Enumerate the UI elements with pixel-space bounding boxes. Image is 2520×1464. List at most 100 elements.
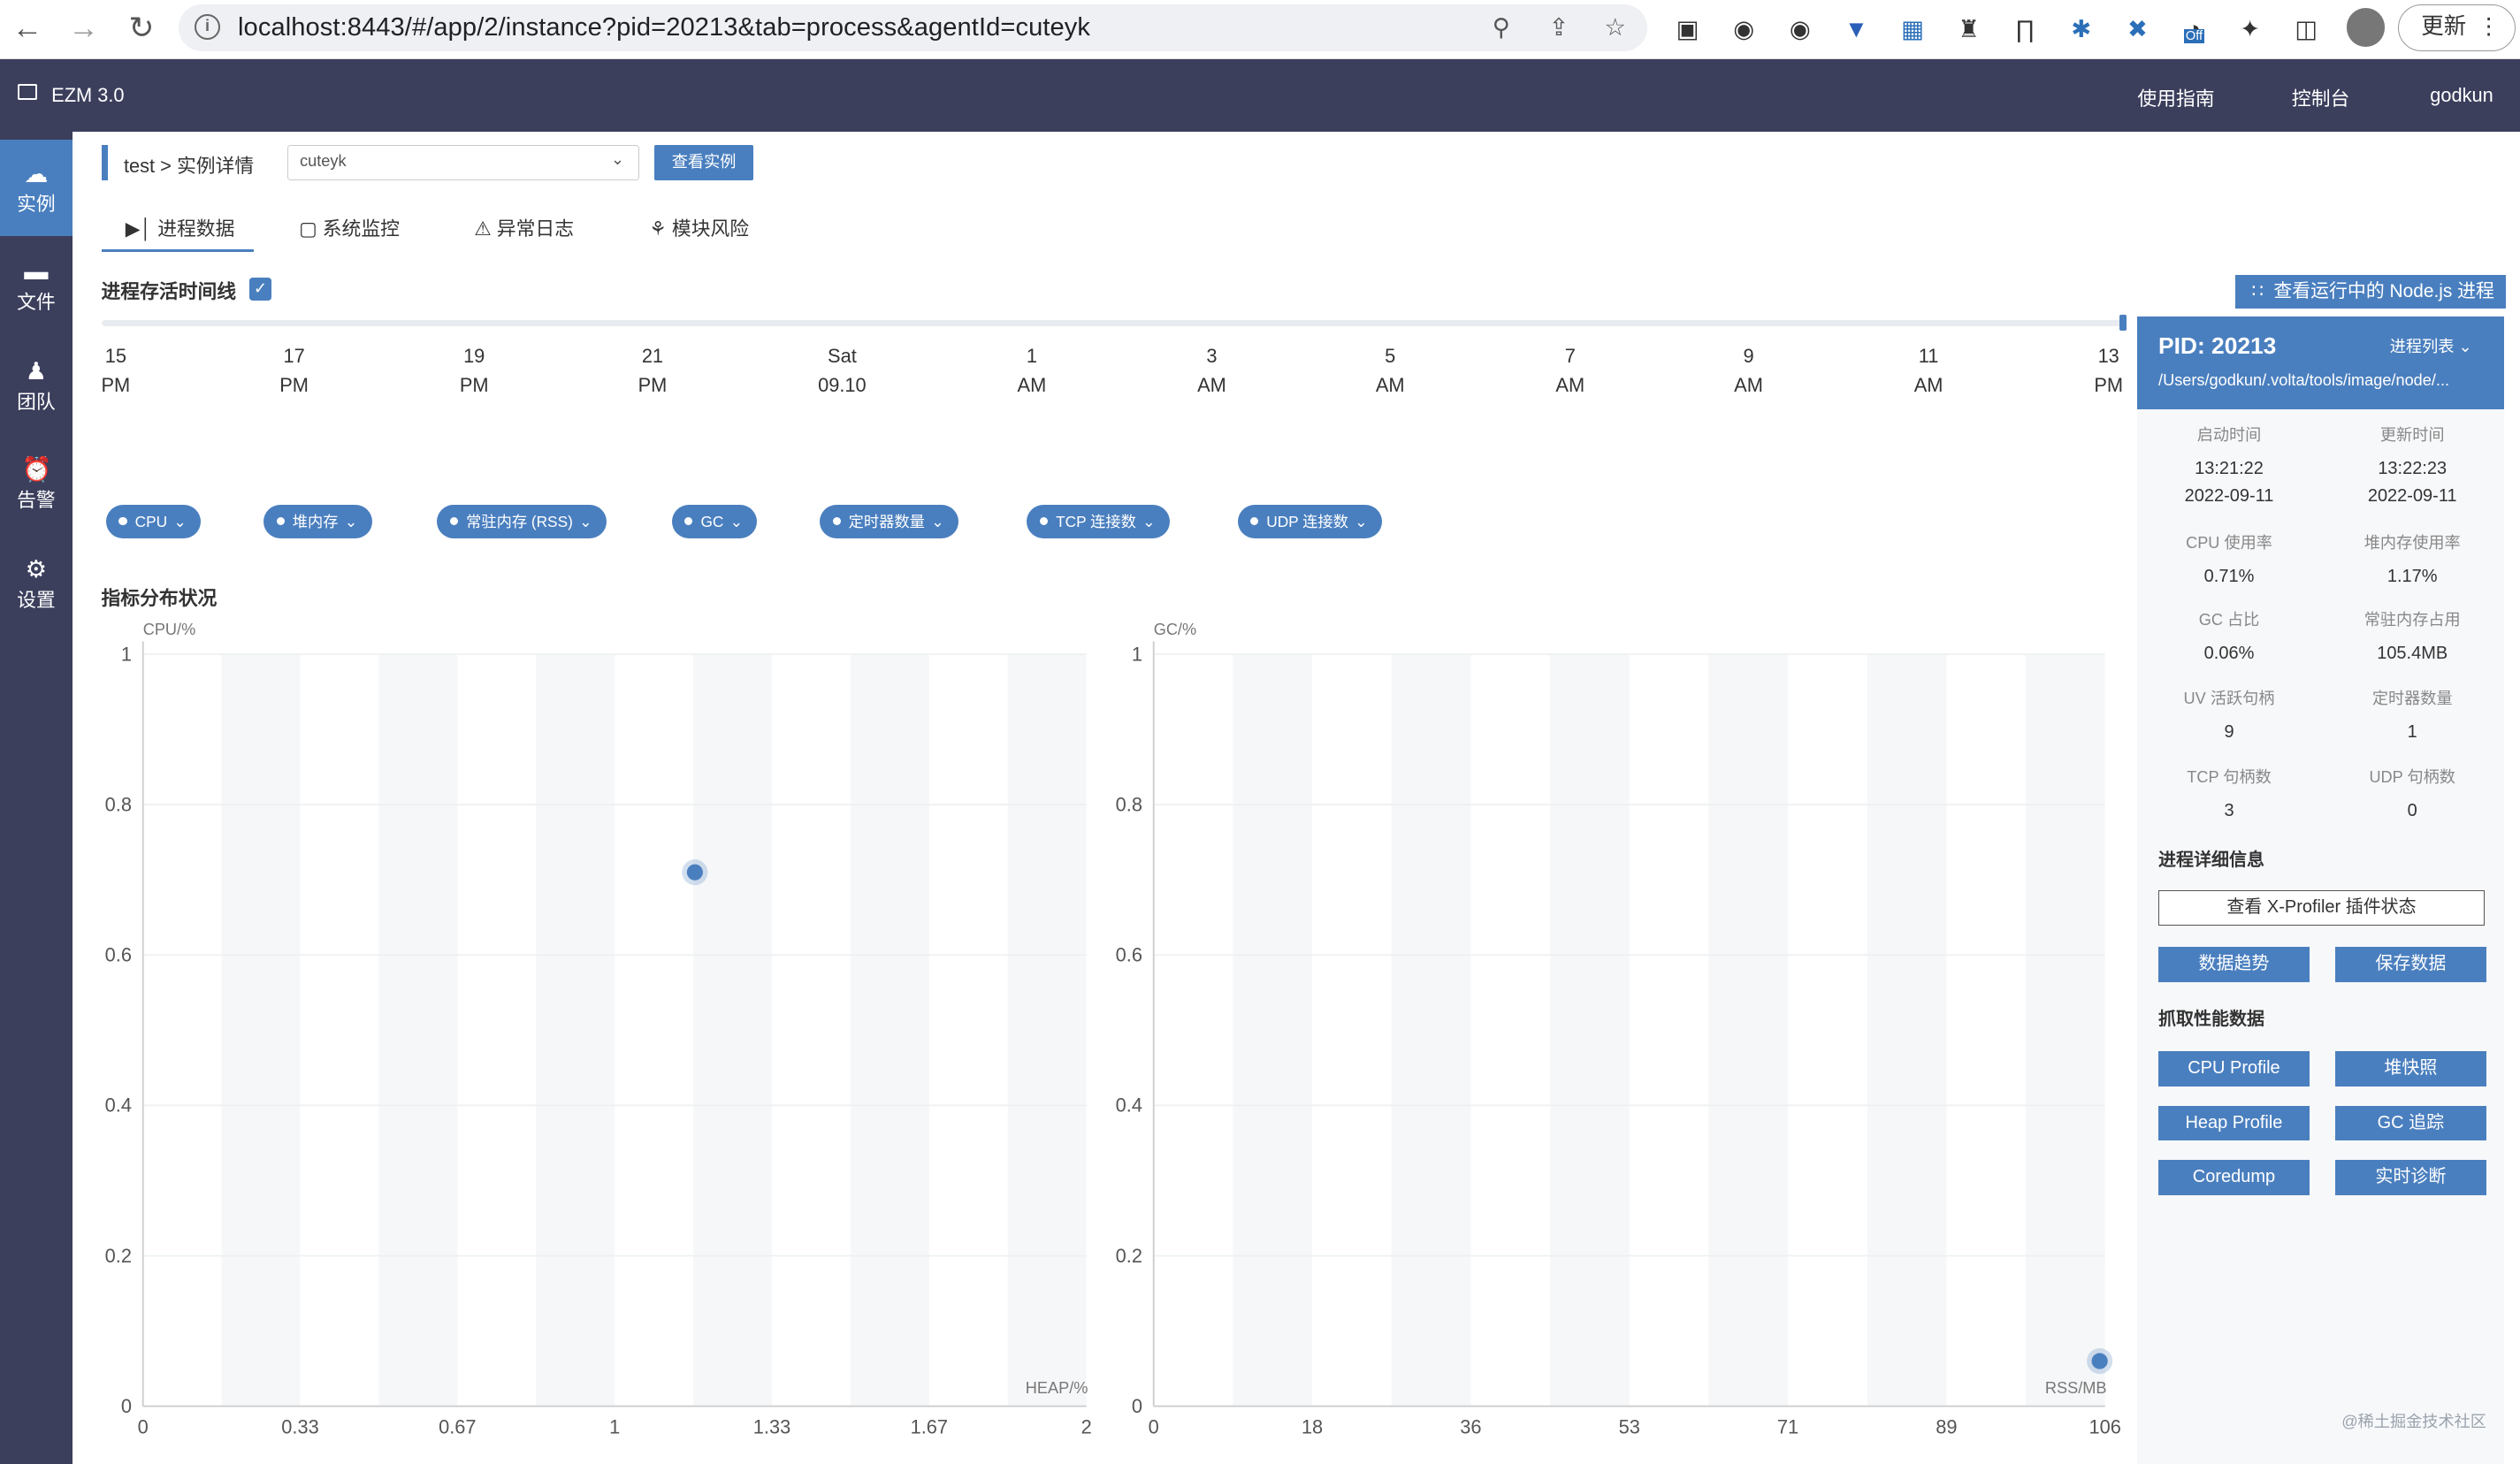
timeline-tick-bottom: AM <box>1734 373 1763 396</box>
metric-pill[interactable]: CPU ⌄ <box>105 504 202 538</box>
breadcrumb: test > 实例详情 <box>124 151 254 179</box>
extension-s-icon[interactable]: ▦ <box>1897 13 1928 45</box>
share-icon[interactable]: ⇪ <box>1545 13 1574 42</box>
stat-item: 更新时间 13:22:23 2022-09-11 <box>2321 423 2504 510</box>
metric-pill-label: 常驻内存 (RSS) <box>466 512 573 530</box>
stat-value-line: 1.17% <box>2386 566 2438 586</box>
process-path: /Users/godkun/.volta/tools/image/node/..… <box>2158 370 2450 389</box>
url-text[interactable]: localhost:8443/#/app/2/instance?pid=2021… <box>238 13 1090 42</box>
view-node-process-button[interactable]: ∷ 查看运行中的 Node.js 进程 <box>2235 274 2506 309</box>
y-axis-title: GC/% <box>1154 621 1196 638</box>
extensions-puzzle-icon[interactable]: ✦ <box>2234 13 2265 45</box>
sidebar-item-alarm[interactable]: ⏰ 告警 <box>0 436 73 532</box>
grid-stripe <box>850 653 929 1407</box>
timeline-tick-top: 5 <box>1385 345 1396 368</box>
chevron-down-icon: ⌄ <box>2458 338 2472 356</box>
perf-button[interactable]: Heap Profile <box>2158 1105 2310 1141</box>
sidebar-item-files[interactable]: ▬ 文件 <box>0 238 73 334</box>
forward-icon[interactable]: → <box>65 10 103 49</box>
stat-value-line: 13:21:22 <box>2195 458 2264 478</box>
stat-value-line: 0.06% <box>2203 643 2255 663</box>
side-panel-icon[interactable]: ◫ <box>2290 13 2322 45</box>
metric-pill[interactable]: 堆内存 ⌄ <box>263 504 372 538</box>
sidebar-item-settings[interactable]: ⚙ 设置 <box>0 535 73 631</box>
metric-pill-label: 定时器数量 <box>848 512 925 530</box>
xprofiler-status-button[interactable]: 查看 X-Profiler 插件状态 <box>2158 889 2485 926</box>
address-bar[interactable]: i localhost:8443/#/app/2/instance?pid=20… <box>178 4 1648 52</box>
update-button[interactable]: 更新 ⋮ <box>2397 4 2516 52</box>
timeline-handle[interactable] <box>2119 315 2127 332</box>
gear-icon: ⚙ <box>25 554 48 583</box>
timeline-title: 进程存活时间线 <box>101 279 237 302</box>
timeline-tick: 5 AM <box>1350 342 1431 400</box>
zoom-icon[interactable]: ⚲ <box>1486 13 1516 42</box>
extension-off-icon[interactable]: ◕Off <box>2178 13 2210 45</box>
breadcrumb-accent <box>101 144 108 180</box>
x-tick-label: 18 <box>1302 1415 1323 1437</box>
dot-icon <box>276 516 285 525</box>
tab-process[interactable]: ▶│ 进程数据 <box>101 214 255 253</box>
distribution-title: 指标分布状况 <box>101 586 218 609</box>
sidebar-item-label: 设置 <box>17 588 56 611</box>
perf-button[interactable]: CPU Profile <box>2158 1050 2310 1087</box>
save-data-button[interactable]: 保存数据 <box>2334 946 2486 982</box>
y-tick-label: 1 <box>121 643 132 665</box>
metric-pill[interactable]: TCP 连接数 ⌄ <box>1027 504 1170 538</box>
view-instance-button[interactable]: 查看实例 <box>653 144 754 180</box>
back-icon[interactable]: ← <box>8 10 47 49</box>
timeline-tick-top: 17 <box>283 345 305 368</box>
stat-value-line2: 2022-09-11 <box>2184 485 2274 506</box>
extension-x-icon[interactable]: ✖ <box>2121 13 2153 45</box>
x-tick-label: 106 <box>2089 1415 2121 1437</box>
stat-value-line: 105.4MB <box>2377 643 2448 663</box>
extension-pi-icon[interactable]: ∏ <box>2009 13 2041 45</box>
y-tick-label: 0.6 <box>105 943 132 965</box>
timeline-track[interactable] <box>101 319 2127 326</box>
metric-pill[interactable]: GC ⌄ <box>671 504 758 538</box>
nav-console[interactable]: 控制台 <box>2292 84 2349 111</box>
extension-snowflake-icon[interactable]: ✱ <box>2066 13 2097 45</box>
site-info-icon[interactable]: i <box>194 14 220 41</box>
x-tick-label: 0 <box>1149 1415 1159 1437</box>
app-title: EZM 3.0 <box>51 83 125 106</box>
monitor-icon <box>17 83 37 100</box>
grid-stripe <box>378 653 458 1407</box>
extension-vue-icon[interactable]: ▼ <box>1840 13 1872 45</box>
timeline-tick-top: 15 <box>104 345 126 368</box>
timeline-tick: 15 PM <box>75 342 156 400</box>
sidebar-item-team[interactable]: ♟ 团队 <box>0 338 73 434</box>
metric-pill-label: CPU <box>134 512 168 530</box>
metric-pill[interactable]: UDP 连接数 ⌄ <box>1237 504 1382 538</box>
extension-square-icon[interactable]: ▣ <box>1671 13 1703 45</box>
tab-errors[interactable]: ⚠ 异常日志 <box>474 214 574 253</box>
metric-pill[interactable]: 常驻内存 (RSS) ⌄ <box>437 504 607 538</box>
tab-modules[interactable]: ⚘ 模块风险 <box>649 214 749 253</box>
nav-guide[interactable]: 使用指南 <box>2137 84 2214 111</box>
perf-button[interactable]: Coredump <box>2158 1160 2310 1196</box>
cloud-icon: ☁ <box>24 159 49 187</box>
process-list-dropdown[interactable]: 进程列表 ⌄ <box>2390 334 2472 357</box>
data-trend-button[interactable]: 数据趋势 <box>2158 946 2310 982</box>
nav-user[interactable]: godkun <box>2430 84 2493 107</box>
timeline-tick-top: Sat <box>828 345 857 368</box>
perf-button[interactable]: GC 追踪 <box>2334 1105 2486 1141</box>
tab-system[interactable]: ▢ 系统监控 <box>299 214 400 253</box>
extension-shield-icon[interactable]: ♜ <box>1952 13 1984 45</box>
extension-globe-icon[interactable]: ◉ <box>1784 13 1816 45</box>
reload-icon[interactable]: ↻ <box>122 10 161 49</box>
breadcrumb-app[interactable]: test <box>124 155 155 177</box>
bookmark-star-icon[interactable]: ☆ <box>1600 13 1630 42</box>
extension-glasses-icon[interactable]: ◉ <box>1728 13 1760 45</box>
monitor-icon: ▢ <box>299 217 317 240</box>
chevron-down-icon: ⌄ <box>1142 512 1156 530</box>
stat-value-line: 0 <box>2407 801 2417 821</box>
profile-avatar[interactable] <box>2346 8 2386 47</box>
y-tick-label: 0.2 <box>1116 1245 1142 1267</box>
instance-select[interactable]: cuteyk ⌄ <box>287 144 640 180</box>
timeline-checkbox[interactable]: ✓ <box>248 278 272 301</box>
metric-pill[interactable]: 定时器数量 ⌄ <box>819 504 958 538</box>
y-tick-label: 0.8 <box>105 793 132 815</box>
sidebar-item-instance[interactable]: ☁ 实例 <box>0 140 73 237</box>
perf-button[interactable]: 实时诊断 <box>2334 1160 2486 1196</box>
perf-button[interactable]: 堆快照 <box>2334 1050 2486 1087</box>
